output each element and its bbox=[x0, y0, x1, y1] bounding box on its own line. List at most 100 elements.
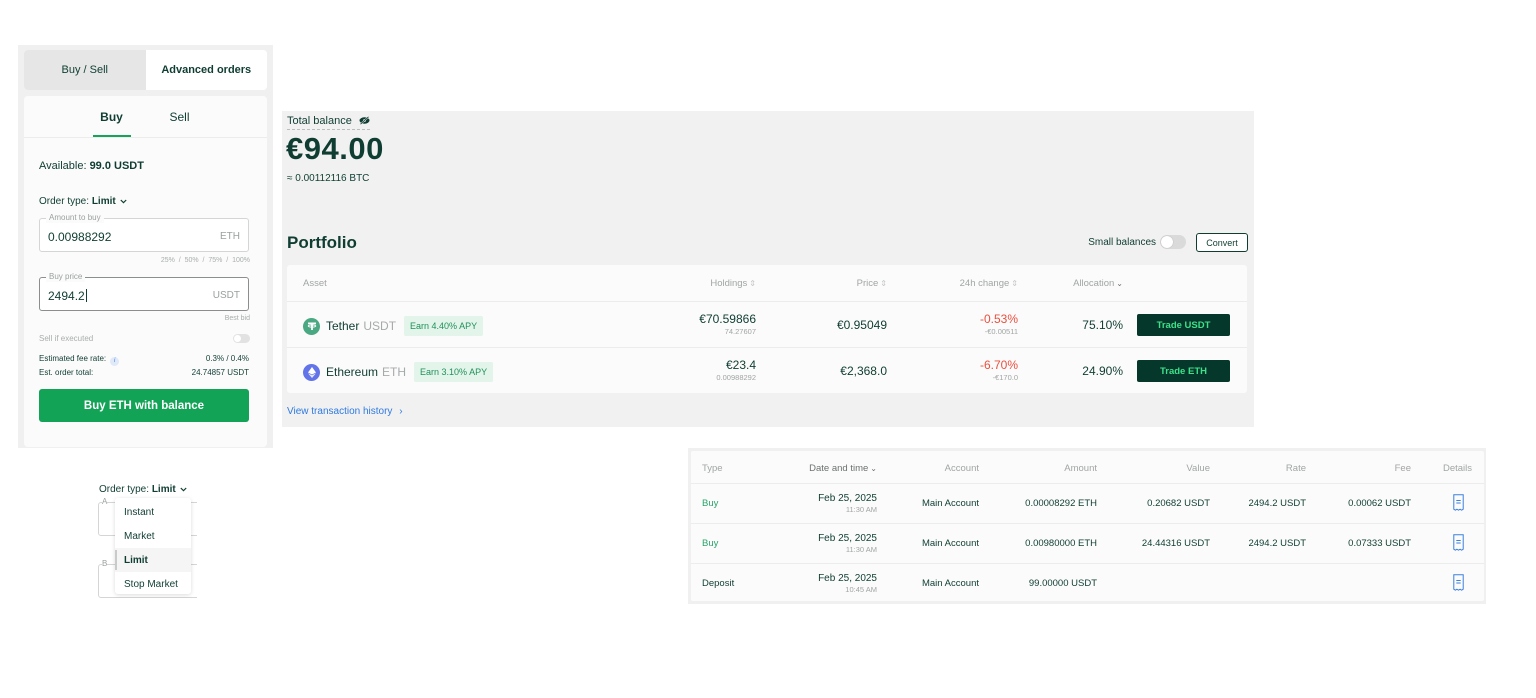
portfolio-table: Asset Holdings ⇕ Price ⇕ 24h change ⇕ Alloc… bbox=[287, 265, 1247, 393]
tx-fee: 0.00062 USDT bbox=[1348, 498, 1411, 509]
small-balances-toggle[interactable] bbox=[1160, 235, 1186, 249]
tx-account: Main Account bbox=[921, 538, 979, 549]
receipt-icon[interactable] bbox=[1453, 494, 1464, 516]
tx-date-day: Feb 25, 2025 bbox=[818, 573, 877, 584]
convert-button[interactable]: Convert bbox=[1196, 233, 1248, 252]
trade-eth-button[interactable]: Trade ETH bbox=[1137, 360, 1230, 382]
change-cell: -0.53% -€0.00511 bbox=[980, 312, 1018, 337]
order-type-selector[interactable]: Order type: Limit bbox=[99, 484, 188, 495]
order-type-value: Limit bbox=[91, 196, 116, 207]
earn-apy-badge[interactable]: Earn 3.10% APY bbox=[414, 362, 494, 382]
transaction-row: Buy Feb 25, 2025 11:30 AM Main Account 0… bbox=[691, 524, 1484, 564]
amount-legend-partial: A bbox=[102, 497, 108, 506]
menu-item-stop-market[interactable]: Stop Market bbox=[115, 572, 191, 596]
earn-apy-badge[interactable]: Earn 4.40% APY bbox=[404, 316, 484, 336]
tx-date-time: 11:30 AM bbox=[845, 545, 877, 554]
asset-symbol: ETH bbox=[382, 365, 407, 379]
tab-advanced-orders[interactable]: Advanced orders bbox=[145, 50, 267, 90]
trade-usdt-button[interactable]: Trade USDT bbox=[1137, 314, 1230, 336]
tx-rate: 2494.2 USDT bbox=[1248, 498, 1306, 509]
sort-desc-icon: ⌄ bbox=[1116, 279, 1123, 288]
asset-name: Ethereum bbox=[326, 365, 379, 379]
order-type-selector[interactable]: Order type: Limit bbox=[39, 196, 128, 207]
tx-amount: 99.00000 USDT bbox=[1028, 578, 1097, 589]
menu-item-limit[interactable]: Limit bbox=[115, 548, 191, 572]
column-price[interactable]: Price ⇕ bbox=[857, 278, 887, 289]
text-caret bbox=[85, 289, 87, 302]
change-percent: -0.53% bbox=[979, 312, 1018, 326]
column-price-label: Price bbox=[856, 278, 879, 289]
holdings-fiat: €70.59866 bbox=[699, 312, 756, 326]
order-total-row: Est. order total: 24.74857 USDT bbox=[39, 368, 249, 377]
column-details: Details bbox=[1442, 463, 1472, 474]
receipt-icon[interactable] bbox=[1453, 574, 1464, 596]
column-holdings[interactable]: Holdings ⇕ bbox=[710, 278, 756, 289]
percent-75-button[interactable]: 75% bbox=[208, 257, 222, 264]
holdings-cell: €23.4 0.00988292 bbox=[716, 358, 756, 383]
buy-price-field[interactable]: Buy price 2494.2 USDT bbox=[39, 272, 249, 311]
price-unit: USDT bbox=[212, 290, 240, 301]
transaction-row: Deposit Feb 25, 2025 10:45 AM Main Accou… bbox=[691, 564, 1484, 604]
sort-desc-icon: ⌄ bbox=[870, 464, 877, 473]
tab-buy-sell[interactable]: Buy / Sell bbox=[24, 50, 146, 90]
history-link-text: View transaction history bbox=[287, 406, 393, 417]
sort-icon: ⇕ bbox=[749, 279, 756, 288]
tab-buy[interactable]: Buy bbox=[92, 96, 131, 137]
tab-sell[interactable]: Sell bbox=[161, 96, 199, 137]
column-type: Type bbox=[702, 463, 723, 474]
tx-account: Main Account bbox=[921, 498, 979, 509]
change-absolute: -€0.00511 bbox=[984, 327, 1018, 336]
tx-date-time: 10:45 AM bbox=[845, 585, 877, 594]
tx-account: Main Account bbox=[921, 578, 979, 589]
order-type-menu: Instant Market Limit Stop Market bbox=[115, 498, 191, 594]
tx-value: 0.20682 USDT bbox=[1147, 498, 1210, 509]
tx-date: Feb 25, 2025 11:30 AM bbox=[818, 492, 877, 515]
info-icon[interactable]: i bbox=[110, 356, 120, 366]
column-24h-change[interactable]: 24h change ⇕ bbox=[960, 278, 1018, 289]
change-cell: -6.70% -€170.0 bbox=[980, 358, 1018, 383]
sell-if-executed-toggle[interactable] bbox=[233, 334, 250, 343]
holdings-amount: 74.27607 bbox=[724, 327, 756, 336]
price-legend-partial: B bbox=[102, 559, 108, 568]
sell-if-executed-label: Sell if executed bbox=[39, 334, 94, 343]
tx-type: Buy bbox=[702, 538, 719, 549]
change-absolute: -€170.0 bbox=[992, 373, 1018, 382]
total-balance-label[interactable]: Total balance bbox=[287, 115, 370, 130]
amount-input[interactable]: 0.00988292 bbox=[48, 230, 111, 244]
percent-50-button[interactable]: 50% bbox=[185, 257, 199, 264]
column-date[interactable]: Date and time ⌄ bbox=[809, 463, 877, 474]
menu-item-market[interactable]: Market bbox=[115, 524, 191, 548]
best-bid-link[interactable]: Best bid bbox=[225, 315, 250, 322]
tx-type: Buy bbox=[702, 498, 719, 509]
eye-slash-icon[interactable] bbox=[359, 116, 370, 128]
percent-100-button[interactable]: 100% bbox=[232, 257, 250, 264]
tx-amount: 0.00008292 ETH bbox=[1025, 498, 1097, 509]
price-input[interactable]: 2494.2 bbox=[48, 289, 87, 303]
buy-eth-button[interactable]: Buy ETH with balance bbox=[39, 389, 249, 422]
price-field-legend: Buy price bbox=[46, 272, 86, 282]
available-label: Available: bbox=[39, 160, 87, 172]
small-balances-label: Small balances bbox=[1088, 237, 1156, 248]
order-type-label: Order type: bbox=[99, 484, 150, 495]
view-transaction-history-link[interactable]: View transaction history › bbox=[287, 406, 403, 417]
receipt-icon[interactable] bbox=[1453, 534, 1464, 556]
side-tabs: Buy Sell bbox=[24, 96, 267, 138]
tx-fee: 0.07333 USDT bbox=[1348, 538, 1411, 549]
price-cell: €0.95049 bbox=[836, 318, 887, 332]
tx-date-time: 11:30 AM bbox=[845, 505, 877, 514]
tx-value: 24.44316 USDT bbox=[1141, 538, 1210, 549]
percent-separator: / bbox=[178, 257, 181, 264]
ethereum-icon bbox=[303, 363, 320, 381]
amount-field-legend: Amount to buy bbox=[46, 213, 104, 223]
tx-date-day: Feb 25, 2025 bbox=[818, 533, 877, 544]
menu-item-instant[interactable]: Instant bbox=[115, 500, 191, 524]
column-rate: Rate bbox=[1285, 463, 1306, 474]
tx-rate: 2494.2 USDT bbox=[1248, 538, 1306, 549]
price-cell: €2,368.0 bbox=[840, 364, 887, 378]
percent-25-button[interactable]: 25% bbox=[161, 257, 175, 264]
amount-to-buy-field[interactable]: Amount to buy 0.00988292 ETH bbox=[39, 213, 249, 252]
column-allocation[interactable]: Allocation ⌄ bbox=[1073, 278, 1123, 289]
amount-unit: ETH bbox=[220, 231, 240, 242]
transactions-panel: Type Date and time ⌄ Account Amount Value… bbox=[688, 448, 1486, 604]
tx-type: Deposit bbox=[702, 578, 735, 589]
